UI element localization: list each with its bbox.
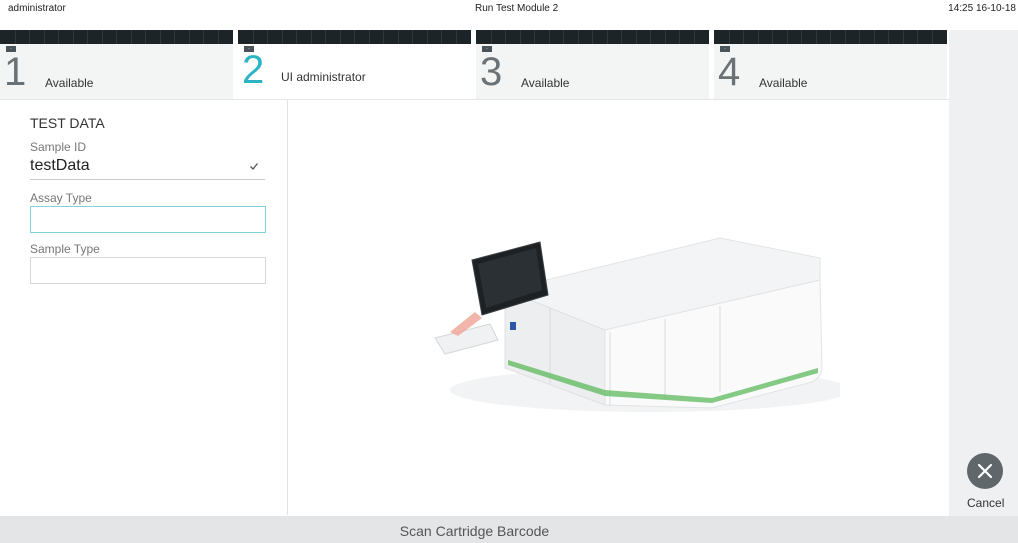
strip-segment (58, 30, 59, 44)
strip-segment (87, 30, 88, 44)
module-status: UI administrator (281, 70, 366, 84)
strip-segment (116, 30, 117, 44)
strip-segment (743, 30, 744, 44)
strip-segment (130, 30, 132, 44)
sample-type-input[interactable] (30, 257, 266, 284)
bottom-status-bar: Scan Cartridge Barcode (0, 516, 1018, 543)
test-data-panel: TEST DATA Sample ID testData Assay Type … (0, 100, 288, 515)
strip-segment (606, 30, 608, 44)
strip-segment (203, 30, 204, 44)
panel-heading: TEST DATA (30, 115, 105, 131)
strip-segment (368, 30, 370, 44)
strip-segment (548, 30, 550, 44)
strip-segment (310, 30, 312, 44)
strip-segment (455, 30, 457, 44)
strip-segment (145, 30, 146, 44)
strip-segment (679, 30, 680, 44)
strip-segment (693, 30, 695, 44)
module-progress-strip (0, 30, 233, 44)
check-icon (250, 163, 259, 170)
module-number: 4 (718, 50, 741, 94)
strip-segment (281, 30, 283, 44)
module-status: Available (521, 76, 570, 90)
strip-segment (844, 30, 846, 44)
strip-segment (14, 30, 16, 44)
strip-segment (252, 30, 254, 44)
strip-segment (296, 30, 297, 44)
strip-segment (354, 30, 355, 44)
assay-type-label: Assay Type (30, 191, 92, 205)
strip-segment (650, 30, 651, 44)
strip-segment (174, 30, 175, 44)
strip-segment (772, 30, 773, 44)
strip-segment (519, 30, 521, 44)
strip-segment (188, 30, 190, 44)
strip-segment (621, 30, 622, 44)
sample-type-label: Sample Type (30, 242, 100, 256)
strip-segment (383, 30, 384, 44)
instrument-illustration (434, 237, 840, 412)
tab-module-3[interactable]: --:-- 3 Available (476, 30, 709, 99)
strip-segment (441, 30, 442, 44)
clock: 14:25 16-10-18 (948, 3, 1016, 14)
strip-segment (728, 30, 730, 44)
action-column (949, 30, 1018, 516)
strip-segment (29, 30, 30, 44)
module-number: 2 (242, 48, 265, 92)
strip-segment (917, 30, 918, 44)
tab-module-1[interactable]: --:-- 1 Available (0, 30, 233, 99)
strip-segment (592, 30, 593, 44)
strip-segment (664, 30, 666, 44)
status-message: Scan Cartridge Barcode (399, 523, 550, 539)
strip-segment (159, 30, 161, 44)
module-progress-strip (476, 30, 709, 44)
strip-segment (72, 30, 74, 44)
strip-segment (426, 30, 428, 44)
strip-segment (43, 30, 45, 44)
tab-module-4[interactable]: --:-- 4 Available (714, 30, 947, 99)
cancel-button[interactable] (967, 453, 1003, 489)
cancel-label: Cancel (967, 496, 1005, 510)
strip-segment (490, 30, 492, 44)
logged-in-user: administrator (8, 3, 66, 14)
strip-segment (325, 30, 326, 44)
strip-segment (757, 30, 759, 44)
strip-segment (902, 30, 904, 44)
strip-segment (339, 30, 341, 44)
strip-segment (534, 30, 535, 44)
strip-segment (267, 30, 268, 44)
strip-segment (873, 30, 875, 44)
strip-segment (786, 30, 788, 44)
window-title: Run Test Module 2 (475, 3, 559, 14)
tab-module-2[interactable]: --:-- 2 UI administrator (238, 30, 471, 99)
strip-segment (397, 30, 399, 44)
strip-segment (859, 30, 860, 44)
module-progress-strip (238, 30, 471, 44)
top-status-bar: administrator Run Test Module 2 14:25 16… (0, 0, 1018, 30)
close-icon (977, 463, 993, 479)
sample-id-value: testData (30, 157, 90, 174)
module-status: Available (45, 76, 94, 90)
strip-segment (888, 30, 889, 44)
module-number: 3 (480, 50, 503, 94)
strip-segment (412, 30, 413, 44)
assay-type-input[interactable] (30, 206, 266, 233)
strip-segment (577, 30, 579, 44)
sample-id-field[interactable]: testData (30, 157, 265, 180)
module-status: Available (759, 76, 808, 90)
strip-segment (801, 30, 802, 44)
strip-segment (635, 30, 637, 44)
strip-segment (815, 30, 817, 44)
module-number: 1 (4, 50, 27, 94)
strip-segment (217, 30, 219, 44)
strip-segment (931, 30, 933, 44)
strip-segment (563, 30, 564, 44)
strip-segment (505, 30, 506, 44)
strip-segment (101, 30, 103, 44)
sample-id-label: Sample ID (30, 140, 87, 154)
module-progress-strip (714, 30, 947, 44)
strip-segment (830, 30, 831, 44)
